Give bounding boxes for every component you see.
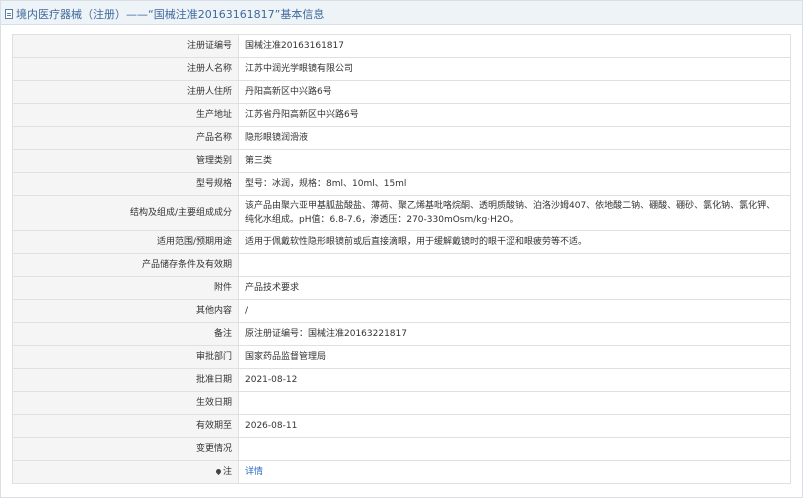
row-label: 有效期至 bbox=[12, 414, 239, 438]
pin-icon bbox=[214, 467, 223, 476]
details-link[interactable]: 详情 bbox=[245, 467, 263, 477]
row-value: 江苏省丹阳高新区中兴路6号 bbox=[238, 103, 791, 127]
row-label: 变更情况 bbox=[12, 437, 239, 461]
row-label: 注册证编号 bbox=[12, 34, 239, 58]
row-value: 型号：冰润，规格：8ml、10ml、15ml bbox=[238, 172, 791, 196]
row-label: 产品储存条件及有效期 bbox=[12, 253, 239, 277]
table-row: 结构及组成/主要组成成分 该产品由聚六亚甲基胍盐酸盐、薄荷、聚乙烯基吡咯烷酮、透… bbox=[12, 195, 791, 231]
table-row: 生产地址 江苏省丹阳高新区中兴路6号 bbox=[12, 103, 791, 127]
note-label-cell: 注 bbox=[12, 460, 239, 484]
note-value-cell: 详情 bbox=[238, 460, 791, 484]
table-row: 批准日期 2021-08-12 bbox=[12, 368, 791, 392]
row-label: 生效日期 bbox=[12, 391, 239, 415]
row-value: 江苏中润光学眼镜有限公司 bbox=[238, 57, 791, 81]
row-label: 注册人住所 bbox=[12, 80, 239, 104]
row-value bbox=[238, 253, 791, 277]
row-value: 2026-08-11 bbox=[238, 414, 791, 438]
table-row: 有效期至 2026-08-11 bbox=[12, 414, 791, 438]
table-row: 审批部门 国家药品监督管理局 bbox=[12, 345, 791, 369]
table-row: 注册人住所 丹阳高新区中兴路6号 bbox=[12, 80, 791, 104]
row-value: 2021-08-12 bbox=[238, 368, 791, 392]
table-row: 生效日期 bbox=[12, 391, 791, 415]
row-label: 结构及组成/主要组成成分 bbox=[12, 195, 239, 231]
row-label: 适用范围/预期用途 bbox=[12, 230, 239, 254]
table-row: 产品名称 隐形眼镜润滑液 bbox=[12, 126, 791, 150]
row-label: 管理类别 bbox=[12, 149, 239, 173]
table-row: 注册证编号 国械注准20163161817 bbox=[12, 34, 791, 58]
table-row: 附件 产品技术要求 bbox=[12, 276, 791, 300]
row-value bbox=[238, 391, 791, 415]
table-row: 注册人名称 江苏中润光学眼镜有限公司 bbox=[12, 57, 791, 81]
row-value: 国家药品监督管理局 bbox=[238, 345, 791, 369]
row-value: 隐形眼镜润滑液 bbox=[238, 126, 791, 150]
page-header: 境内医疗器械（注册）——“国械注准20163161817”基本信息 bbox=[0, 0, 803, 25]
page-title: 境内医疗器械（注册）——“国械注准20163161817”基本信息 bbox=[16, 8, 325, 21]
row-label: 附件 bbox=[12, 276, 239, 300]
row-value: 适用于佩戴软性隐形眼镜前或后直接滴眼，用于缓解戴镜时的眼干涩和眼疲劳等不适。 bbox=[238, 230, 791, 254]
table-row: 型号规格 型号：冰润，规格：8ml、10ml、15ml bbox=[12, 172, 791, 196]
note-label: 注 bbox=[222, 467, 232, 477]
row-value: 国械注准20163161817 bbox=[238, 34, 791, 58]
row-value: 产品技术要求 bbox=[238, 276, 791, 300]
row-value: 丹阳高新区中兴路6号 bbox=[238, 80, 791, 104]
info-table: 注册证编号 国械注准20163161817 注册人名称 江苏中润光学眼镜有限公司… bbox=[12, 34, 791, 484]
row-value bbox=[238, 437, 791, 461]
row-label: 批准日期 bbox=[12, 368, 239, 392]
row-label: 注册人名称 bbox=[12, 57, 239, 81]
note-row: 注 详情 bbox=[12, 460, 791, 484]
row-label: 备注 bbox=[12, 322, 239, 346]
row-label: 产品名称 bbox=[12, 126, 239, 150]
row-label: 审批部门 bbox=[12, 345, 239, 369]
table-row: 备注 原注册证编号：国械注准20163221817 bbox=[12, 322, 791, 346]
row-label: 生产地址 bbox=[12, 103, 239, 127]
table-row: 适用范围/预期用途 适用于佩戴软性隐形眼镜前或后直接滴眼，用于缓解戴镜时的眼干涩… bbox=[12, 230, 791, 254]
table-row: 其他内容 / bbox=[12, 299, 791, 323]
table-row: 管理类别 第三类 bbox=[12, 149, 791, 173]
table-row: 产品储存条件及有效期 bbox=[12, 253, 791, 277]
row-value: / bbox=[238, 299, 791, 323]
row-value: 第三类 bbox=[238, 149, 791, 173]
table-row: 变更情况 bbox=[12, 437, 791, 461]
row-label: 型号规格 bbox=[12, 172, 239, 196]
row-value: 该产品由聚六亚甲基胍盐酸盐、薄荷、聚乙烯基吡咯烷酮、透明质酸钠、泊洛沙姆407、… bbox=[238, 195, 791, 231]
document-icon bbox=[5, 9, 13, 19]
row-value: 原注册证编号：国械注准20163221817 bbox=[238, 322, 791, 346]
row-label: 其他内容 bbox=[12, 299, 239, 323]
